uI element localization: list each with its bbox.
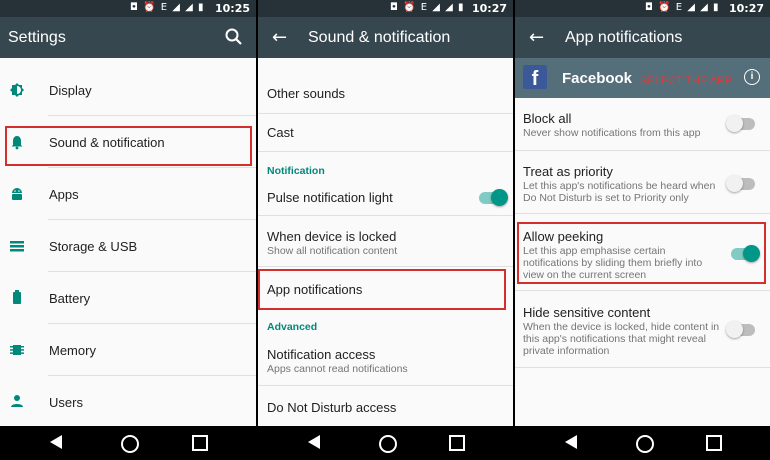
status-bar: ◘ ⏰ E ◢ ◢ ▮ 10:25 [0,0,256,17]
settings-item-label: Memory [49,343,96,358]
brightness-icon [10,83,24,97]
toggle-knob [726,321,743,338]
page-title: Sound & notification [308,29,451,46]
navigation-bar [515,426,770,460]
sensitive-toggle[interactable] [726,321,755,338]
settings-screen: ◘ ⏰ E ◢ ◢ ▮ 10:25 Settings Display Sound… [0,0,256,460]
status-time: 10:25 [214,2,250,15]
pulse-light-toggle[interactable] [479,189,508,206]
annotation-text: SELECT THE APP [640,75,732,87]
toggle-knob [491,189,508,206]
settings-item-display[interactable]: Display [0,64,256,116]
row-label: Hide sensitive content [523,305,651,320]
app-name: Facebook [562,70,633,87]
row-label: Treat as priority [523,164,613,179]
row-label: Block all [523,111,572,126]
divider [258,151,513,152]
toggle-knob [726,175,743,192]
row-subtitle: Let this app's notifications be heard wh… [523,180,716,192]
divider [258,385,513,386]
memory-icon [10,345,24,355]
section-header-advanced: Advanced [267,321,318,333]
divider [515,367,770,368]
sound-notification-screen: ◘ ⏰ E ◢ ◢ ▮ 10:27 ← Sound & notification… [258,0,513,460]
search-icon[interactable] [224,27,244,47]
back-nav-icon[interactable] [565,435,577,449]
settings-item-label: Apps [49,187,79,202]
divider [258,113,513,114]
settings-item-label: Display [49,83,92,98]
toggle-knob [726,115,743,132]
info-icon[interactable]: i [744,69,760,85]
home-nav-icon[interactable] [121,435,139,453]
row-label: Other sounds [267,86,346,101]
settings-item-memory[interactable]: Memory [0,324,256,376]
divider [258,215,513,216]
row-subtitle: Apps cannot read notifications [267,363,408,375]
app-bar: ← Sound & notification [258,17,513,58]
divider [258,266,513,267]
battery-icon [13,290,21,304]
block-all-toggle[interactable] [726,115,755,132]
settings-item-users[interactable]: Users [0,376,256,428]
screenshot-triptych: ◘ ⏰ E ◢ ◢ ▮ 10:25 Settings Display Sound… [0,0,770,460]
back-arrow-icon[interactable]: ← [272,27,287,48]
back-arrow-icon[interactable]: ← [529,27,544,48]
highlight-box [258,269,506,310]
status-bar: ◘ ⏰ E ◢ ◢ ▮ 10:27 [258,0,513,17]
settings-item-apps[interactable]: Apps [0,168,256,220]
app-header: f Facebook SELECT THE APP i [515,58,770,98]
settings-item-battery[interactable]: Battery [0,272,256,324]
row-label: Notification access [267,347,376,362]
row-subtitle: When the device is locked, hide content … [523,321,720,333]
settings-item-storage[interactable]: Storage & USB [0,220,256,272]
priority-toggle[interactable] [726,175,755,192]
divider [515,213,770,214]
recents-nav-icon[interactable] [449,435,465,451]
row-label: Pulse notification light [267,190,393,205]
row-subtitle: private information [523,345,610,357]
page-title: Settings [8,29,66,46]
status-bar: ◘ ⏰ E ◢ ◢ ▮ 10:27 [515,0,770,17]
back-nav-icon[interactable] [308,435,320,449]
section-header-notification: Notification [267,165,325,177]
recents-nav-icon[interactable] [706,435,722,451]
row-label: Cast [267,125,294,140]
row-label: Do Not Disturb access [267,400,397,415]
status-time: 10:27 [471,2,507,15]
page-title: App notifications [565,29,683,46]
app-bar: ← App notifications [515,17,770,58]
storage-icon [10,241,24,252]
status-icons: ◘ ⏰ E ◢ ◢ ▮ [390,2,465,13]
settings-item-label: Battery [49,291,91,306]
divider [515,290,770,291]
app-bar: Settings [0,17,256,58]
settings-item-label: Users [49,395,83,410]
recents-nav-icon[interactable] [192,435,208,451]
home-nav-icon[interactable] [378,435,397,453]
android-icon [12,188,22,200]
highlight-box [5,126,252,166]
row-subtitle: Show all notification content [267,245,398,257]
home-nav-icon[interactable] [635,435,654,453]
app-notifications-screen: ◘ ⏰ E ◢ ◢ ▮ 10:27 ← App notifications f … [515,0,770,460]
status-icons: ◘ ⏰ E ◢ ◢ ▮ [645,2,720,13]
user-icon [11,395,23,407]
navigation-bar [258,426,513,460]
facebook-logo-icon: f [523,65,547,89]
row-subtitle: this app's notifications that might reve… [523,333,706,345]
settings-item-label: Storage & USB [49,239,138,254]
navigation-bar [0,426,256,460]
row-subtitle: Do Not Disturb is set to Priority only [523,192,689,204]
highlight-box [517,222,766,284]
back-nav-icon[interactable] [50,435,62,449]
status-time: 10:27 [728,2,764,15]
status-icons: ◘ ⏰ E ◢ ◢ ▮ [130,2,205,13]
divider [515,150,770,151]
row-label: When device is locked [267,229,397,244]
row-subtitle: Never show notifications from this app [523,127,701,139]
